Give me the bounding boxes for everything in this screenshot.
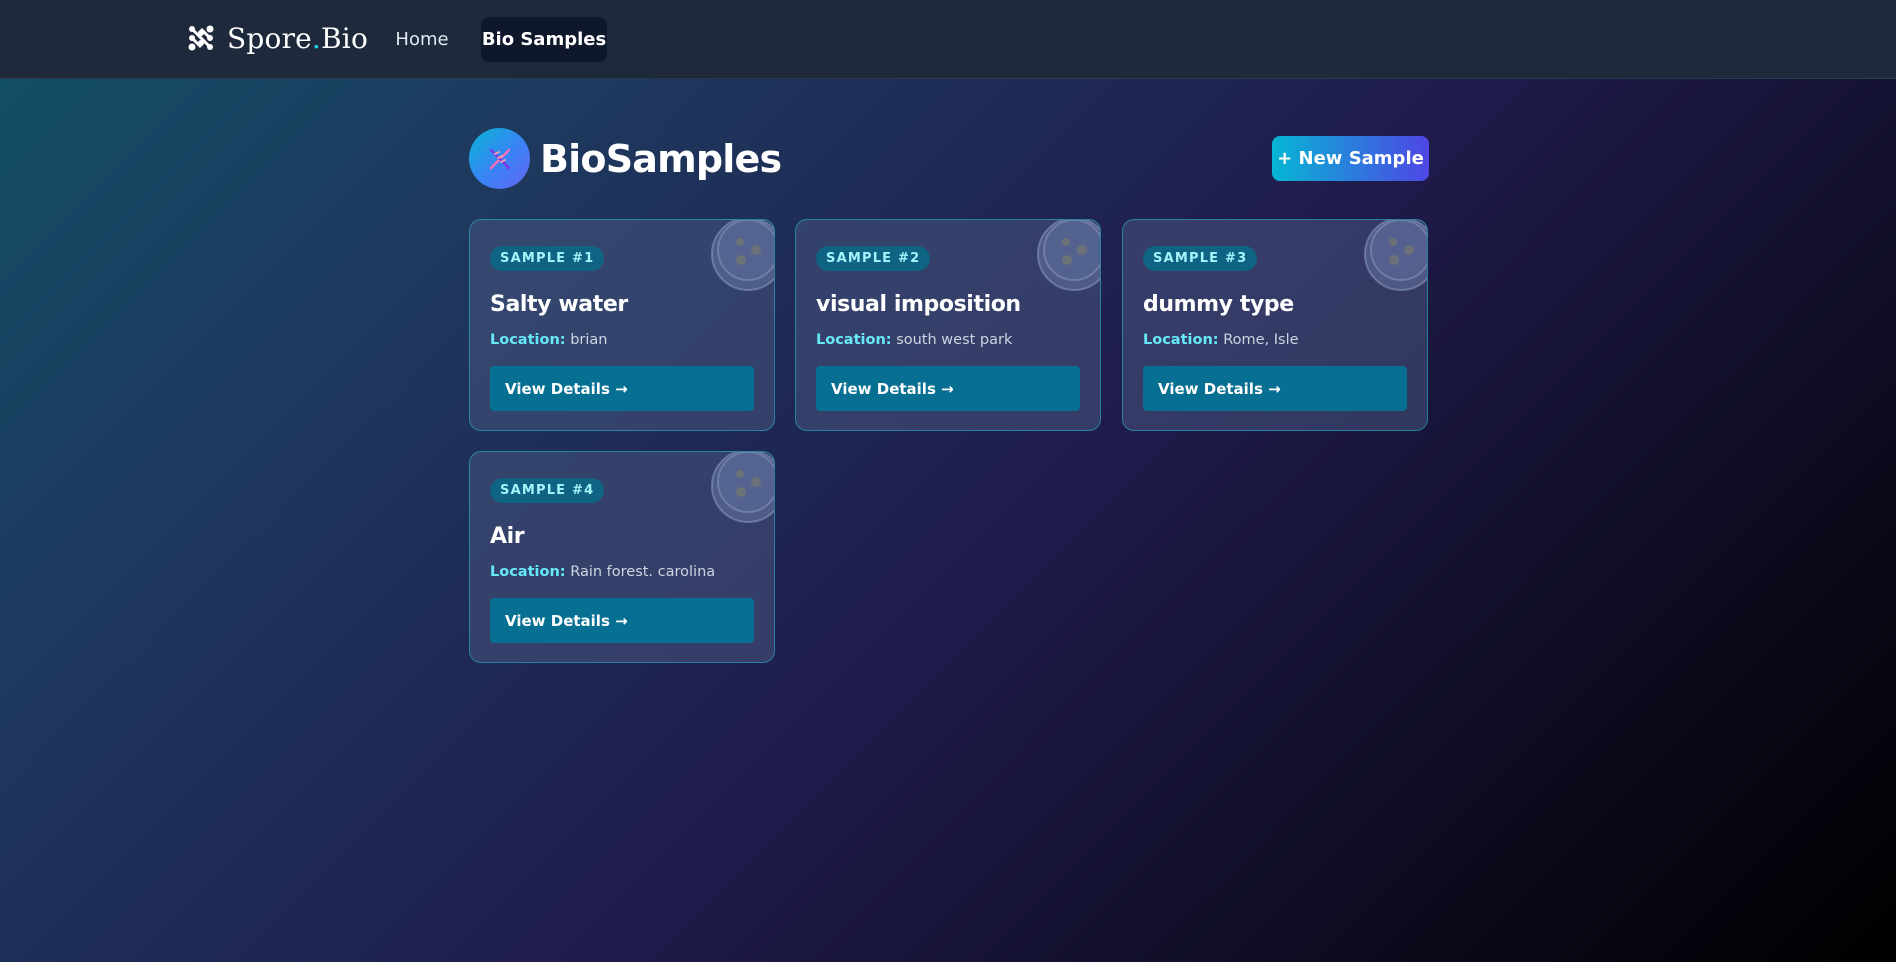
location-value: brian xyxy=(570,332,608,348)
sample-title: visual imposition xyxy=(816,292,1021,317)
new-sample-button[interactable]: + New Sample xyxy=(1272,136,1429,181)
nav-link-bio-samples[interactable]: Bio Samples xyxy=(481,17,607,62)
sample-card: SAMPLE #1 Salty water Location: brian Vi… xyxy=(469,219,775,431)
sample-number-badge: SAMPLE #4 xyxy=(490,478,605,503)
dna-icon xyxy=(469,128,530,189)
sample-location: Location: Rome, Isle xyxy=(1143,332,1299,348)
sample-location: Location: Rain forest. carolina xyxy=(490,564,715,580)
view-details-button[interactable]: View Details → xyxy=(816,366,1080,411)
sample-title: Salty water xyxy=(490,292,628,317)
location-value: Rain forest. carolina xyxy=(570,564,716,580)
sample-card: SAMPLE #3 dummy type Location: Rome, Isl… xyxy=(1122,219,1428,431)
sample-number-badge: SAMPLE #2 xyxy=(816,246,931,271)
location-value: Rome, Isle xyxy=(1223,332,1299,348)
view-details-button[interactable]: View Details → xyxy=(490,366,754,411)
view-details-button[interactable]: View Details → xyxy=(1143,366,1407,411)
sample-number-badge: SAMPLE #3 xyxy=(1143,246,1258,271)
view-details-button[interactable]: View Details → xyxy=(490,598,754,643)
spore-logo-icon xyxy=(188,25,214,50)
sample-location: Location: brian xyxy=(490,332,607,348)
sample-card: SAMPLE #4 Air Location: Rain forest. car… xyxy=(469,451,775,663)
nav-link-home[interactable]: Home xyxy=(384,17,460,62)
petri-dish-icon xyxy=(711,452,774,523)
top-navbar: Spore.Bio Home Bio Samples xyxy=(0,0,1896,79)
location-label: Location: xyxy=(490,332,566,348)
location-label: Location: xyxy=(1143,332,1219,348)
location-label: Location: xyxy=(816,332,892,348)
brand[interactable]: Spore.Bio xyxy=(188,20,368,56)
sample-location: Location: south west park xyxy=(816,332,1012,348)
location-value: south west park xyxy=(896,332,1013,348)
page-title: BioSamples xyxy=(540,137,782,181)
sample-number-badge: SAMPLE #1 xyxy=(490,246,605,271)
sample-title: dummy type xyxy=(1143,292,1294,317)
location-label: Location: xyxy=(490,564,566,580)
sample-card: SAMPLE #2 visual imposition Location: so… xyxy=(795,219,1101,431)
brand-name: Spore.Bio xyxy=(227,21,369,55)
petri-dish-icon xyxy=(1364,220,1427,291)
petri-dish-icon xyxy=(711,220,774,291)
sample-title: Air xyxy=(490,524,525,549)
petri-dish-icon xyxy=(1037,220,1100,291)
